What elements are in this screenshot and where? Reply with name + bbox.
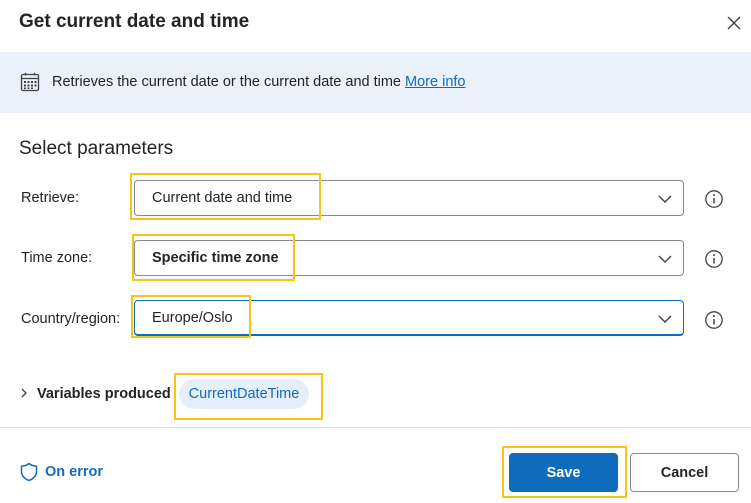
variable-chip[interactable]: CurrentDateTime	[179, 379, 309, 409]
on-error-button[interactable]: On error	[19, 462, 103, 482]
country-region-label: Country/region:	[21, 311, 121, 327]
time-zone-info-icon[interactable]	[704, 249, 724, 269]
time-zone-value: Specific time zone	[152, 250, 279, 266]
time-zone-dropdown[interactable]: Specific time zone	[134, 240, 684, 276]
variables-produced-label[interactable]: Variables produced	[37, 386, 171, 402]
close-icon	[727, 16, 741, 30]
on-error-label: On error	[45, 464, 104, 480]
save-button[interactable]: Save	[509, 453, 618, 492]
close-button[interactable]	[722, 11, 746, 35]
info-description: Retrieves the current date or the curren…	[52, 74, 401, 90]
retrieve-value: Current date and time	[152, 190, 293, 206]
retrieve-dropdown[interactable]: Current date and time	[134, 180, 684, 216]
info-bar: Retrieves the current date or the curren…	[0, 52, 751, 113]
country-region-value: Europe/Oslo	[152, 310, 233, 326]
retrieve-info-icon[interactable]	[704, 189, 724, 209]
time-zone-label: Time zone:	[21, 250, 93, 266]
dialog: Get current date and time Retrieves the …	[0, 0, 751, 503]
shield-icon	[20, 462, 38, 482]
section-title: Select parameters	[19, 138, 174, 159]
chevron-down-icon	[658, 195, 672, 203]
calendar-icon	[20, 72, 40, 92]
country-region-dropdown[interactable]: Europe/Oslo	[134, 300, 684, 336]
info-text: Retrieves the current date or the curren…	[52, 74, 465, 90]
chevron-down-icon	[658, 315, 672, 323]
country-region-info-icon[interactable]	[704, 310, 724, 330]
chevron-right-icon[interactable]	[19, 386, 29, 400]
dialog-title: Get current date and time	[19, 11, 250, 32]
more-info-link[interactable]: More info	[405, 74, 465, 90]
retrieve-label: Retrieve:	[21, 190, 80, 206]
cancel-button[interactable]: Cancel	[630, 453, 739, 492]
footer-divider	[0, 427, 751, 428]
chevron-down-icon	[658, 255, 672, 263]
